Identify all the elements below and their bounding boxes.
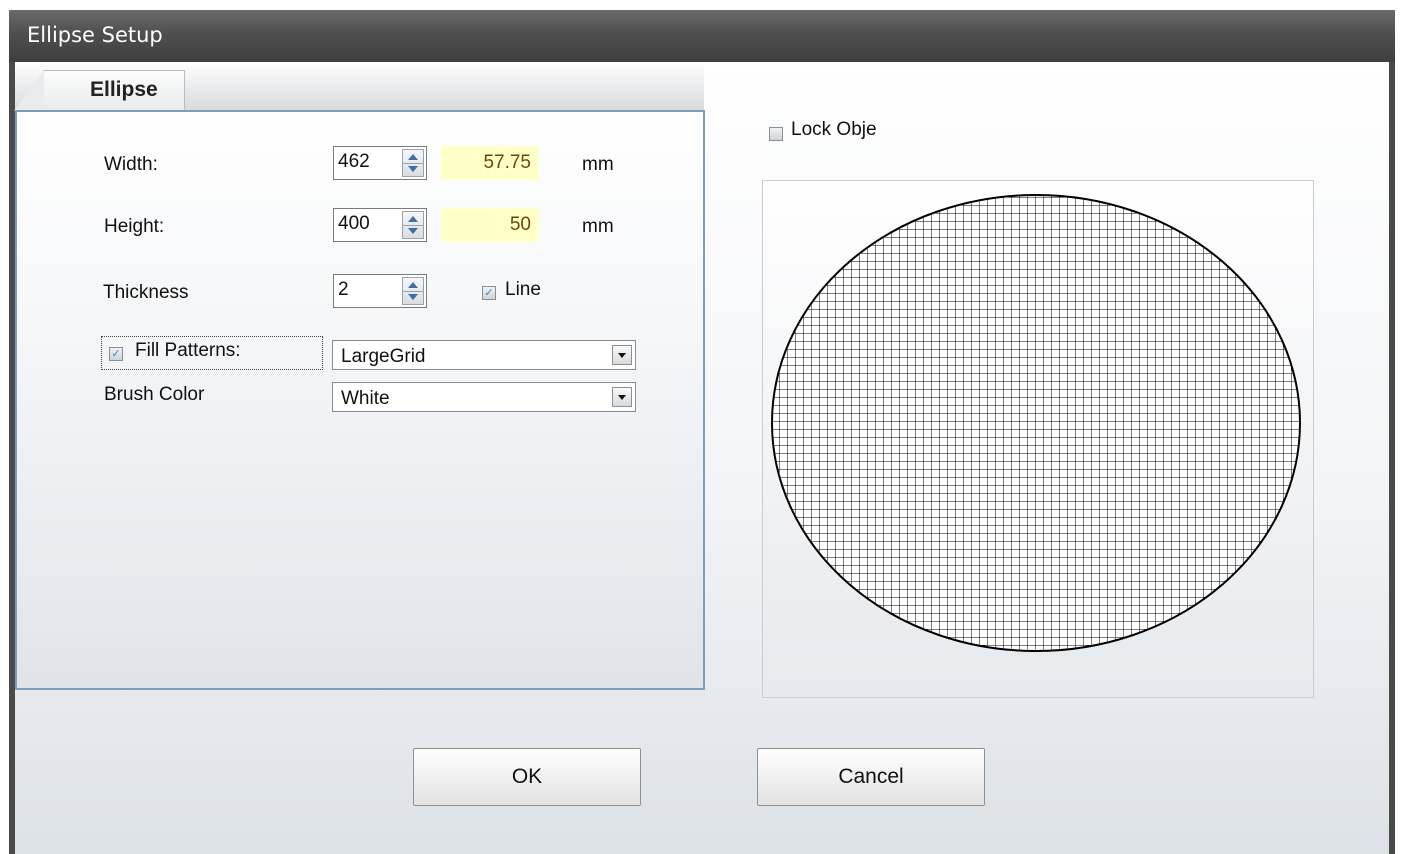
spin-down-icon[interactable] xyxy=(408,228,418,234)
tab-strip: Ellipse xyxy=(14,62,704,111)
title-bar[interactable]: Ellipse Setup xyxy=(9,10,1395,62)
thickness-value: 2 xyxy=(338,279,349,300)
spin-up-icon[interactable] xyxy=(408,154,418,160)
thickness-spinner[interactable]: 2 xyxy=(333,274,427,308)
tab-ellipse[interactable]: Ellipse xyxy=(14,70,185,111)
thickness-label: Thickness xyxy=(103,282,189,303)
height-label: Height: xyxy=(104,216,165,237)
shape-preview xyxy=(762,180,1314,698)
ellipse-preview-graphic xyxy=(771,194,1301,652)
fill-pattern-value: LargeGrid xyxy=(341,346,426,367)
spin-down-icon[interactable] xyxy=(408,294,418,300)
brush-color-value: White xyxy=(341,388,390,409)
lock-object-label: Lock Obje xyxy=(791,119,877,140)
height-value: 400 xyxy=(338,213,370,234)
height-unit-label: mm xyxy=(582,216,614,237)
dropdown-arrow-icon[interactable] xyxy=(612,387,632,407)
line-checkbox[interactable]: ✓ xyxy=(482,286,496,300)
width-mm-value: 57.75 xyxy=(441,146,539,180)
fill-patterns-checkbox[interactable]: ✓ xyxy=(109,347,123,361)
width-spinner[interactable]: 462 xyxy=(333,146,427,180)
width-unit-label: mm xyxy=(582,154,614,175)
ellipse-settings-panel: Width: 462 57.75 mm Height: 400 50 mm Th… xyxy=(15,110,705,690)
dialog-client-area: Ellipse Width: 462 57.75 mm Height: 400 xyxy=(14,62,1389,854)
brush-color-label: Brush Color xyxy=(104,384,205,405)
spin-down-icon[interactable] xyxy=(408,166,418,172)
fill-patterns-label: Fill Patterns: xyxy=(135,340,241,361)
width-label: Width: xyxy=(104,154,158,175)
width-value: 462 xyxy=(338,151,370,172)
spin-up-icon[interactable] xyxy=(408,216,418,222)
fill-pattern-select[interactable]: LargeGrid xyxy=(332,340,636,370)
height-spin-buttons[interactable] xyxy=(402,211,424,239)
lock-object-checkbox[interactable] xyxy=(769,127,783,141)
dropdown-arrow-icon[interactable] xyxy=(612,345,632,365)
ellipse-setup-dialog: Ellipse Setup Ellipse Width: 462 57.75 m… xyxy=(9,10,1395,854)
thickness-spin-buttons[interactable] xyxy=(402,277,424,305)
cancel-button[interactable]: Cancel xyxy=(757,748,985,806)
line-label: Line xyxy=(505,279,541,300)
spin-up-icon[interactable] xyxy=(408,282,418,288)
dialog-title: Ellipse Setup xyxy=(27,23,163,47)
ok-button[interactable]: OK xyxy=(413,748,641,806)
width-spin-buttons[interactable] xyxy=(402,149,424,177)
tab-ellipse-label: Ellipse xyxy=(90,78,158,101)
brush-color-select[interactable]: White xyxy=(332,382,636,412)
height-mm-value: 50 xyxy=(441,208,539,242)
preview-ellipse xyxy=(771,194,1301,652)
height-spinner[interactable]: 400 xyxy=(333,208,427,242)
